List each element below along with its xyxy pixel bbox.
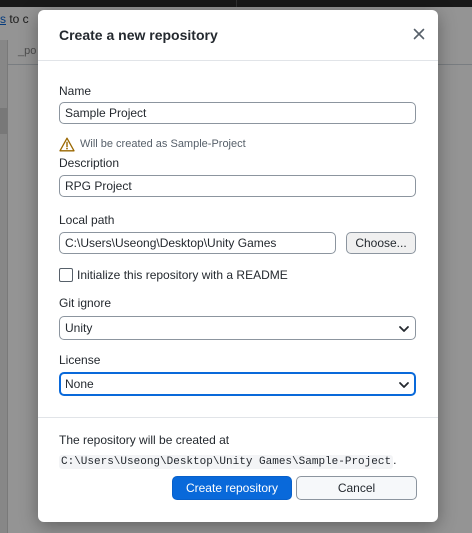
- git-ignore-label: Git ignore: [59, 296, 112, 310]
- license-value: None: [65, 377, 94, 391]
- create-repository-dialog: Create a new repository Name Will be cre…: [38, 10, 438, 522]
- chevron-down-icon: [398, 323, 410, 337]
- git-ignore-select[interactable]: Unity: [59, 316, 416, 340]
- close-icon: [410, 25, 428, 43]
- chevron-down-icon: [398, 379, 410, 393]
- name-input[interactable]: [59, 102, 416, 124]
- readme-checkbox[interactable]: [59, 268, 73, 282]
- dialog-header: Create a new repository: [38, 10, 438, 61]
- name-label: Name: [59, 84, 92, 98]
- location-prefix: The repository will be created at: [59, 433, 230, 447]
- dialog-title: Create a new repository: [59, 27, 218, 43]
- readme-checkbox-label: Initialize this repository with a README: [77, 268, 288, 282]
- git-ignore-value: Unity: [65, 321, 93, 335]
- dialog-footer: The repository will be created at C:\Use…: [38, 417, 438, 523]
- cancel-button[interactable]: Cancel: [296, 476, 417, 500]
- repository-location-text: The repository will be created at C:\Use…: [59, 430, 419, 472]
- description-input[interactable]: [59, 175, 416, 197]
- local-path-label: Local path: [59, 213, 115, 227]
- warning-text: Will be created as Sample-Project: [80, 138, 246, 150]
- close-button[interactable]: [410, 25, 428, 43]
- choose-button[interactable]: Choose...: [346, 232, 416, 254]
- description-label: Description: [59, 156, 120, 170]
- create-repository-button[interactable]: Create repository: [172, 476, 292, 500]
- location-suffix: .: [393, 453, 397, 467]
- license-label: License: [59, 353, 101, 367]
- license-select[interactable]: None: [59, 372, 416, 396]
- local-path-input[interactable]: [59, 232, 336, 254]
- repository-path: C:\Users\Useong\Desktop\Unity Games\Samp…: [59, 455, 394, 469]
